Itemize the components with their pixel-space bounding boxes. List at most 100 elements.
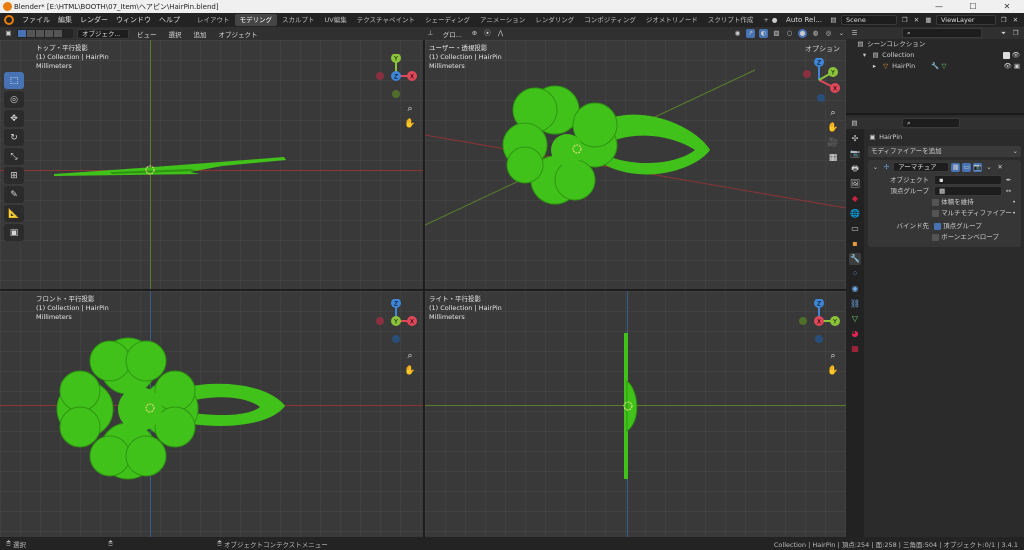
menu-object[interactable]: オブジェクト — [215, 29, 262, 39]
shading-render-icon[interactable]: ◎ — [824, 29, 833, 38]
transform-orientation-icon[interactable]: ⊥ — [426, 29, 435, 38]
menu-window[interactable]: ウィンドウ — [112, 15, 155, 25]
scene-field[interactable]: Scene — [841, 15, 897, 25]
tab-geometry-nodes[interactable]: ジオメトリノード — [641, 14, 703, 26]
transform-orientation-dropdown[interactable]: グロ... — [439, 29, 466, 39]
object-tab-icon[interactable]: ▪ — [849, 238, 861, 250]
world-tab-icon[interactable]: 🌐 — [849, 208, 861, 220]
tab-texture-paint[interactable]: テクスチャペイント — [352, 14, 420, 26]
modifier-menu-icon[interactable]: ⌄ — [984, 163, 993, 172]
outliner-search-input[interactable]: ⌕ — [902, 28, 982, 38]
invert-icon[interactable]: ↔ — [1004, 187, 1013, 196]
material-tab-icon[interactable]: ◕ — [849, 328, 861, 340]
measure-tool[interactable]: 📐 — [4, 205, 24, 222]
properties-editor-icon[interactable]: ▤ — [850, 119, 859, 128]
bind-vertex-groups-checkbox[interactable] — [934, 222, 942, 230]
modifier-name-field[interactable]: アーマチュア — [893, 162, 950, 172]
zoom-icon[interactable]: ⌕ — [404, 103, 416, 115]
tab-rendering[interactable]: レンダリング — [530, 14, 579, 26]
bind-envelopes-checkbox[interactable] — [932, 233, 939, 241]
pan-hand-icon[interactable]: ✋ — [404, 365, 416, 377]
expand-arrow-icon[interactable]: ▸ — [870, 62, 879, 71]
cursor-tool[interactable]: ◎ — [4, 91, 24, 108]
modifier-icon[interactable]: 🔧 — [931, 62, 939, 70]
new-viewlayer-icon[interactable]: ❐ — [999, 16, 1008, 25]
scene-icon[interactable]: ▤ — [829, 16, 838, 25]
viewport-user-perspective[interactable]: ユーザー・透視投影 (1) Collection | HairPin Milli… — [425, 40, 846, 289]
hairpin-top-mesh[interactable] — [50, 152, 290, 182]
maximize-button[interactable]: ☐ — [956, 0, 990, 13]
armature-object-field[interactable]: ▪ — [934, 175, 1003, 185]
outliner-collection[interactable]: ▾ ▤ Collection 👁 — [846, 50, 1024, 61]
tab-animation[interactable]: アニメーション — [475, 14, 530, 26]
menu-view[interactable]: ビュー — [133, 29, 161, 39]
zoom-icon[interactable]: ⌕ — [404, 350, 416, 362]
vertex-group-field[interactable]: ▦ — [934, 186, 1003, 196]
viewport-front[interactable]: フロント・平行投影 (1) Collection | HairPin Milli… — [0, 291, 423, 537]
viewport-toggle-icon[interactable]: ▭ — [962, 163, 972, 172]
minimize-button[interactable]: — — [922, 0, 956, 13]
bind-vertex-groups-row[interactable]: バインド先 頂点グループ — [871, 221, 1018, 232]
outliner-scene-collection[interactable]: ▤ シーンコレクション — [846, 39, 1024, 50]
view-layer-tab-icon[interactable]: 🖼 — [849, 178, 861, 190]
render-tab-icon[interactable]: 📷 — [849, 148, 861, 160]
scene-tab-icon[interactable]: ◆ — [849, 193, 861, 205]
properties-search-input[interactable]: ⌕ — [902, 118, 960, 128]
new-scene-icon[interactable]: ❐ — [900, 16, 909, 25]
tab-layout[interactable]: レイアウト — [192, 14, 235, 26]
expand-arrow-icon[interactable]: ▾ — [860, 51, 869, 60]
collection-tab-icon[interactable]: ▭ — [849, 223, 861, 235]
eyedropper-icon[interactable]: ✒ — [1004, 176, 1013, 185]
snap-icon[interactable]: ⦿ — [483, 29, 492, 38]
add-modifier-dropdown[interactable]: モディファイアーを追加 ⌄ — [868, 146, 1021, 157]
outliner-editor-icon[interactable]: ☰ — [850, 29, 859, 38]
pin-scene-icon[interactable]: ● — [770, 16, 779, 25]
zoom-icon[interactable]: ⌕ — [827, 350, 839, 362]
particles-tab-icon[interactable]: ⁘ — [849, 268, 861, 280]
mesh-data-icon[interactable]: ▽ — [941, 62, 946, 70]
zoom-icon[interactable]: ⌕ — [827, 107, 839, 119]
rotate-tool[interactable]: ↻ — [4, 129, 24, 146]
delete-scene-icon[interactable]: ✕ — [912, 16, 921, 25]
menu-select[interactable]: 選択 — [165, 29, 186, 39]
camera-view-icon[interactable]: 🎥 — [827, 137, 839, 149]
annotate-tool[interactable]: ✎ — [4, 186, 24, 203]
select-mode-buttons[interactable] — [17, 29, 73, 38]
blender-menu-icon[interactable] — [4, 15, 14, 25]
tab-compositing[interactable]: コンポジティング — [579, 14, 641, 26]
menu-render[interactable]: レンダー — [76, 15, 112, 25]
perspective-toggle-icon[interactable]: ▦ — [827, 152, 839, 164]
preserve-volume-row[interactable]: 体積を維持 • — [871, 197, 1018, 208]
tab-uv-editing[interactable]: UV編集 — [320, 14, 352, 26]
menu-edit[interactable]: 編集 — [54, 15, 76, 25]
pivot-icon[interactable]: ⊕ — [470, 29, 479, 38]
menu-help[interactable]: ヘルプ — [155, 15, 184, 25]
pan-hand-icon[interactable]: ✋ — [827, 365, 839, 377]
bind-envelopes-row[interactable]: ボーンエンベロープ — [871, 232, 1018, 243]
outliner-hairpin-object[interactable]: ▸ ▽ HairPin 🔧 ▽ 👁 ▣ — [846, 61, 1024, 72]
scale-tool[interactable]: ⤡ — [4, 148, 24, 165]
constraints-tab-icon[interactable]: ⛓ — [849, 298, 861, 310]
output-tab-icon[interactable]: 🖶 — [849, 163, 861, 175]
pan-hand-icon[interactable]: ✋ — [827, 122, 839, 134]
close-button[interactable]: ✕ — [990, 0, 1024, 13]
nav-gizmo-top[interactable]: Y X Z — [374, 53, 418, 98]
proportional-edit-icon[interactable]: ⋀ — [496, 29, 505, 38]
preserve-volume-checkbox[interactable] — [932, 198, 939, 206]
delete-viewlayer-icon[interactable]: ✕ — [1011, 16, 1020, 25]
move-tool[interactable]: ✥ — [4, 110, 24, 127]
viewlayer-icon[interactable]: ▦ — [924, 16, 933, 25]
options-dropdown[interactable]: オプション — [805, 44, 840, 54]
shading-solid-icon[interactable]: ● — [798, 29, 807, 38]
physics-tab-icon[interactable]: ◉ — [849, 283, 861, 295]
editor-type-icon[interactable]: ▣ — [4, 29, 13, 38]
object-visibility[interactable]: 👁 ▣ — [1004, 61, 1020, 72]
menu-add[interactable]: 追加 — [190, 29, 211, 39]
filter-icon[interactable]: ⏷ — [999, 29, 1008, 38]
multi-modifier-checkbox[interactable] — [932, 209, 939, 217]
overlay-toggle-icon[interactable]: ◐ — [759, 29, 768, 38]
hairpin-front-mesh[interactable] — [50, 331, 290, 486]
collapse-arrow-icon[interactable]: ⌄ — [871, 163, 880, 172]
mode-dropdown[interactable]: オブジェク... — [77, 28, 129, 39]
nav-gizmo-front[interactable]: Z X Y — [374, 298, 418, 343]
